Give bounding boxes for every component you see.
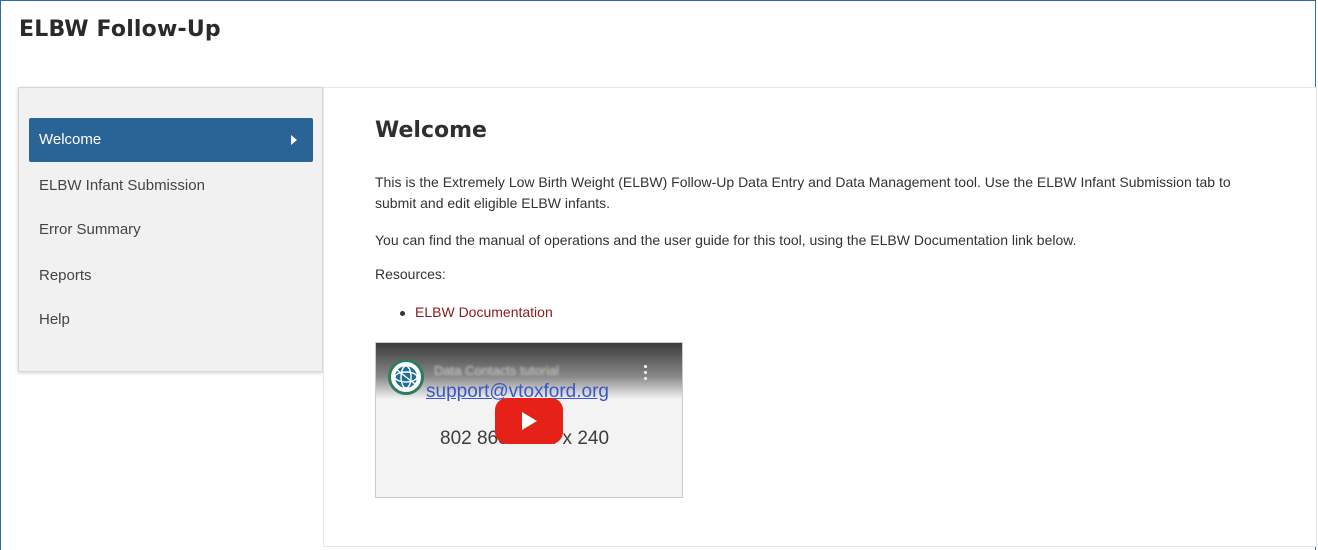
caret-right-icon <box>291 135 297 145</box>
sidebar-item-label: Error Summary <box>39 221 141 238</box>
app-frame: ELBW Follow-Up Welcome ELBW Infant Submi… <box>0 0 1317 550</box>
intro-paragraph: This is the Extremely Low Birth Weight (… <box>375 174 1231 211</box>
sidebar-item-error-summary[interactable]: Error Summary <box>29 208 313 252</box>
sidebar-item-label: Reports <box>39 267 92 284</box>
elbw-documentation-link[interactable]: ELBW Documentation <box>415 304 553 320</box>
guide-paragraph: You can find the manual of operations an… <box>375 232 1077 248</box>
video-player[interactable]: Data Contacts tutorial support@vtoxford.… <box>375 342 683 498</box>
list-item: ELBW Documentation <box>375 304 553 320</box>
sidebar-nav: Welcome ELBW Infant Submission Error Sum… <box>18 87 323 372</box>
video-title: Data Contacts tutorial <box>434 363 560 378</box>
sidebar-item-welcome[interactable]: Welcome <box>29 118 313 162</box>
sidebar-item-label: Help <box>39 311 70 328</box>
main-content: Welcome This is the Extremely Low Birth … <box>323 87 1317 547</box>
resources-label: Resources: <box>375 266 446 282</box>
sidebar-item-help[interactable]: Help <box>29 298 313 342</box>
sidebar-item-elbw-infant-submission[interactable]: ELBW Infant Submission <box>29 164 313 208</box>
globe-logo-icon[interactable] <box>388 359 424 395</box>
app-title: ELBW Follow-Up <box>19 17 221 42</box>
play-icon[interactable] <box>495 398 563 444</box>
resources-list: ELBW Documentation <box>375 304 553 320</box>
page-title: Welcome <box>375 118 487 143</box>
sidebar-item-reports[interactable]: Reports <box>29 254 313 298</box>
sidebar-item-label: ELBW Infant Submission <box>39 177 205 194</box>
more-vert-icon[interactable] <box>644 365 648 383</box>
sidebar-item-label: Welcome <box>39 131 102 148</box>
